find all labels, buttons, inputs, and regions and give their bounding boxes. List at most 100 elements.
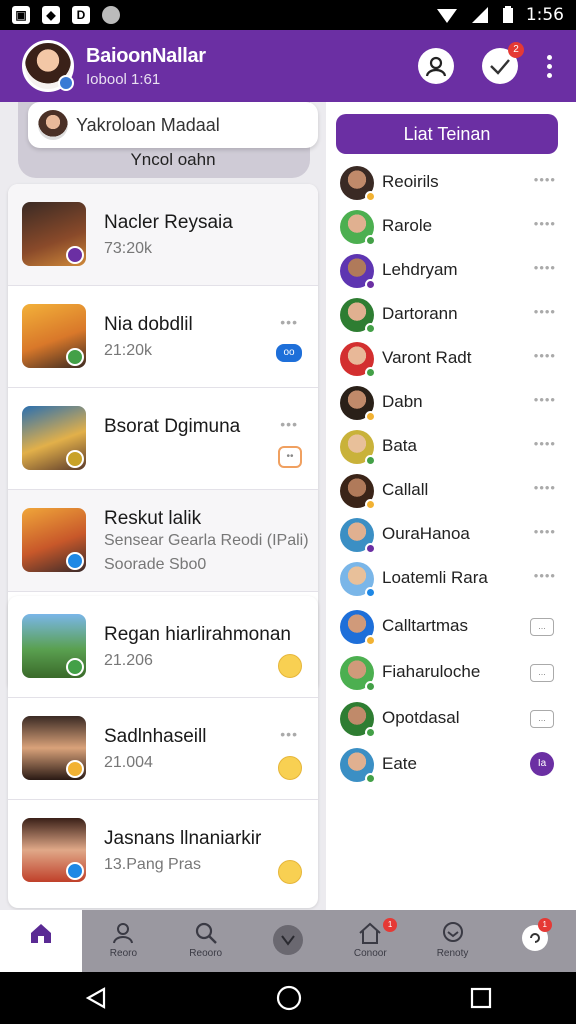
conversation-name: Bsorat Dgimuna: [104, 416, 241, 437]
more-icon[interactable]: ••••: [534, 172, 556, 187]
conversation-name: Reskut lalik: [104, 508, 202, 529]
friend-item[interactable]: Opotdasal...: [340, 702, 560, 738]
more-icon[interactable]: ••••: [534, 480, 556, 495]
friend-item[interactable]: Lehdryam ••••: [340, 254, 560, 290]
more-options-icon[interactable]: [546, 54, 552, 78]
friend-item[interactable]: Varont Radt ••••: [340, 342, 560, 378]
nav-notifications[interactable]: 1: [494, 910, 576, 972]
message-action-icon[interactable]: ••: [278, 446, 302, 468]
friend-item[interactable]: Callall ••••: [340, 474, 560, 510]
notifications-button[interactable]: 2: [482, 42, 524, 84]
conversation-thumbnail: [22, 508, 86, 572]
globe-icon: [102, 6, 120, 24]
nav-chat[interactable]: Renoty: [411, 910, 493, 972]
friend-name: Loatemli Rara: [382, 568, 488, 587]
app-header: BaioonNallar Iobool 1:61 2: [0, 30, 576, 102]
conversation-item[interactable]: Nacler Reysaia 73:20k: [8, 184, 318, 286]
friend-name: Calltartmas: [382, 616, 468, 635]
app-screen: ▣ ◆ D 1:56 BaioonNallar Iobool 1:61 2 Ya…: [0, 0, 576, 1024]
gallery-icon: ◆: [42, 6, 60, 24]
emoji-reaction-icon[interactable]: [278, 860, 302, 884]
more-icon[interactable]: •••: [280, 416, 298, 432]
message-chip-icon[interactable]: ...: [530, 664, 554, 682]
friend-item[interactable]: OuraHanoa ••••: [340, 518, 560, 554]
back-icon[interactable]: [84, 986, 108, 1010]
conversation-name: Sadlnhaseill: [104, 726, 207, 747]
friend-item[interactable]: Bata ••••: [340, 430, 560, 466]
friend-avatar: [340, 748, 376, 784]
friend-avatar: [340, 702, 376, 738]
conversation-meta: Sensear Gearla Reodi (IPali): [104, 532, 309, 549]
more-icon[interactable]: ••••: [534, 216, 556, 231]
nav-contacts[interactable]: 1 Conoor: [329, 910, 411, 972]
voice-message-icon[interactable]: oo: [276, 344, 302, 362]
emoji-reaction-icon[interactable]: [278, 654, 302, 678]
notification-badge: 2: [508, 42, 524, 58]
friend-item[interactable]: Dartorann ••••: [340, 298, 560, 334]
home-outline-icon: [359, 922, 381, 944]
account-button[interactable]: [418, 48, 454, 84]
nav-center[interactable]: [247, 910, 329, 972]
friend-name: Callall: [382, 480, 429, 499]
friend-name: OuraHanoa: [382, 524, 470, 543]
friend-item[interactable]: Reoirils ••••: [340, 166, 560, 202]
friend-avatar: [340, 166, 376, 202]
more-icon[interactable]: ••••: [534, 568, 556, 583]
home-circle-icon[interactable]: [276, 985, 302, 1011]
photo-notification-icon: ▣: [12, 6, 30, 24]
conversation-thumbnail: [22, 614, 86, 678]
friend-item[interactable]: Loatemli Rara ••••: [340, 562, 560, 598]
conversation-item[interactable]: Jasnans llnaniarkir 13.Pang Pras: [8, 800, 318, 902]
nav-label: Conoor: [353, 948, 387, 959]
bottom-navigation: Reoro Reooro 1 Conoor Renoty 1: [0, 910, 576, 972]
friend-name: Opotdasal: [382, 708, 460, 727]
emoji-reaction-icon[interactable]: [278, 756, 302, 780]
more-icon[interactable]: ••••: [534, 436, 556, 451]
nav-people[interactable]: Reoro: [82, 910, 164, 972]
search-container: Yakroloan Madaal Yncol oahn: [18, 102, 318, 178]
friend-item[interactable]: Fiaharuloche...: [340, 656, 560, 692]
message-chip-icon[interactable]: ...: [530, 710, 554, 728]
nav-search[interactable]: Reooro: [165, 910, 247, 972]
conversation-item[interactable]: Reskut lalik Sensear Gearla Reodi (IPali…: [8, 490, 318, 592]
conversation-item[interactable]: Sadlnhaseill 21.004 •••: [8, 698, 318, 800]
more-icon[interactable]: ••••: [534, 304, 556, 319]
friend-name: Varont Radt: [382, 348, 472, 367]
conversation-item[interactable]: Regan hiarlirahmonan 21.206: [8, 596, 318, 698]
more-icon[interactable]: ••••: [534, 348, 556, 363]
friend-item[interactable]: Eate Ia: [340, 748, 560, 784]
friend-item[interactable]: Rarole ••••: [340, 210, 560, 246]
more-icon[interactable]: ••••: [534, 260, 556, 275]
conversation-thumbnail: [22, 202, 86, 266]
conversation-meta: 73:20k: [104, 240, 153, 257]
more-icon[interactable]: •••: [280, 726, 298, 742]
more-icon[interactable]: ••••: [534, 524, 556, 539]
message-chip-icon[interactable]: ...: [530, 618, 554, 636]
conversation-thumbnail: [22, 818, 86, 882]
nav-label: Reooro: [189, 948, 223, 959]
nav-home[interactable]: [0, 910, 83, 972]
conversation-thumbnail: [22, 406, 86, 470]
friend-item[interactable]: Calltartmas...: [340, 610, 560, 646]
more-icon[interactable]: •••: [280, 314, 298, 330]
conversation-item[interactable]: Nia dobdlil 21:20k ••• oo: [8, 286, 318, 388]
recents-icon[interactable]: [470, 987, 492, 1009]
friend-name: Dartorann: [382, 304, 458, 323]
signal-icon: [471, 7, 488, 23]
home-icon: [31, 924, 52, 943]
conversation-name: Jasnans llnaniarkir: [104, 828, 262, 849]
chat-icon: [442, 922, 463, 942]
friend-list-button[interactable]: Liat Teinan: [336, 114, 558, 154]
friend-avatar: [340, 386, 376, 422]
app-icon: D: [72, 6, 90, 24]
profile-avatar[interactable]: [22, 40, 74, 92]
purple-action-icon[interactable]: Ia: [530, 752, 554, 776]
search-icon: [195, 922, 217, 944]
conversation-item[interactable]: Bsorat Dgimuna ••• ••: [8, 388, 318, 490]
conversation-panel: Yakroloan Madaal Yncol oahn Nacler Reysa…: [8, 102, 320, 910]
friend-item[interactable]: Dabn ••••: [340, 386, 560, 422]
friends-panel: Liat Teinan Reoirils •••• Rarole •••• Lehd…: [326, 102, 576, 910]
search-input[interactable]: Yakroloan Madaal: [28, 102, 318, 148]
more-icon[interactable]: ••••: [534, 392, 556, 407]
friend-avatar: [340, 210, 376, 246]
